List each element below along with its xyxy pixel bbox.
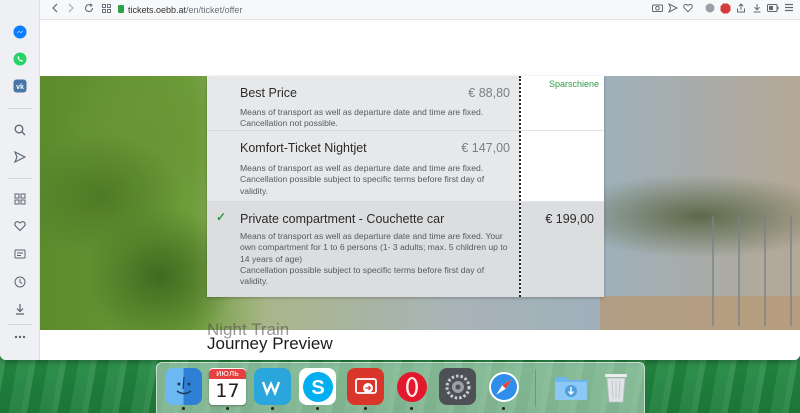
running-indicator	[182, 407, 185, 410]
download-icon[interactable]	[750, 3, 764, 17]
running-indicator	[316, 407, 319, 410]
camera-icon[interactable]	[650, 3, 664, 17]
offer-price: € 147,00	[461, 141, 510, 155]
macos-dock: ИЮЛЬ 17 S	[156, 362, 645, 413]
browser-sidebar: vk	[0, 0, 40, 360]
tabs-grid-icon[interactable]	[99, 3, 113, 17]
offer-description: Means of transport as well as departure …	[240, 231, 508, 264]
calendar-day: 17	[215, 380, 240, 402]
heart-icon[interactable]	[681, 3, 695, 17]
side-cell-sparschiene: Sparschiene	[521, 76, 604, 131]
url-host: tickets.oebb.at	[128, 5, 187, 15]
address-bar[interactable]: tickets.oebb.at/en/ticket/offer	[128, 3, 242, 17]
dock-separator	[535, 369, 536, 407]
adblock-icon[interactable]	[718, 3, 732, 17]
wunderlist-app-icon[interactable]	[254, 368, 291, 405]
send-icon[interactable]	[666, 2, 680, 17]
vk-icon[interactable]: vk	[10, 76, 30, 96]
running-indicator	[364, 407, 367, 410]
finder-app-icon[interactable]	[165, 368, 202, 405]
url-path: /en/ticket/offer	[186, 5, 243, 15]
search-icon[interactable]	[10, 120, 30, 140]
trash-icon[interactable]	[597, 368, 634, 405]
offer-name: Private compartment - Couchette car	[240, 212, 445, 226]
system-preferences-app-icon[interactable]	[439, 368, 476, 405]
downloads-icon[interactable]	[10, 299, 30, 319]
offer-description: Means of transport as well as departure …	[240, 107, 484, 129]
menu-icon[interactable]	[782, 3, 796, 17]
browser-window: vk tickets.oebb.at/en/ticket/offer Best …	[0, 0, 800, 360]
vpn-icon[interactable]	[703, 3, 717, 17]
messenger-icon[interactable]	[10, 22, 30, 42]
page-content: Best Price € 88,80 Means of transport as…	[40, 20, 800, 360]
svg-text:S: S	[311, 377, 324, 399]
side-cell-selected: € 199,00	[521, 202, 604, 297]
offer-description-cancellation: Cancellation possible subject to specifi…	[240, 265, 485, 287]
svg-text:vk: vk	[16, 84, 24, 91]
checkmark-icon: ✓	[216, 210, 227, 224]
downloads-folder-icon[interactable]	[552, 368, 589, 405]
offer-name: Komfort-Ticket Nightjet	[240, 141, 367, 155]
running-indicator	[410, 407, 413, 410]
whatsapp-icon[interactable]	[10, 49, 30, 69]
remote-desktop-app-icon[interactable]	[347, 368, 384, 405]
more-icon[interactable]	[10, 327, 30, 347]
share-icon[interactable]	[734, 3, 748, 17]
ticket-offers-panel: Best Price € 88,80 Means of transport as…	[207, 76, 604, 297]
hero-power-poles	[700, 216, 800, 326]
calendar-app-icon[interactable]: ИЮЛЬ 17	[209, 368, 246, 405]
send-icon[interactable]	[10, 147, 30, 167]
offer-description: Means of transport as well as departure …	[240, 163, 485, 196]
calendar-month: ИЮЛЬ	[209, 369, 246, 379]
reload-icon[interactable]	[82, 3, 96, 17]
lock-icon	[118, 5, 124, 13]
offer-best-price[interactable]: Best Price € 88,80 Means of transport as…	[207, 76, 520, 131]
sidebar-separator	[8, 324, 32, 325]
back-icon[interactable]	[48, 3, 62, 17]
offer-name: Best Price	[240, 86, 297, 100]
journey-preview-heading: Journey Preview	[207, 334, 333, 353]
offer-price: € 88,80	[468, 86, 510, 100]
battery-icon	[766, 3, 780, 17]
offer-private-compartment[interactable]: ✓ Private compartment - Couchette car Me…	[207, 202, 520, 297]
speed-dial-icon[interactable]	[10, 189, 30, 209]
news-icon[interactable]	[10, 244, 30, 264]
running-indicator	[226, 407, 229, 410]
safari-app-icon[interactable]	[485, 368, 522, 405]
running-indicator	[502, 407, 505, 410]
forward-icon[interactable]	[64, 3, 78, 17]
opera-app-icon[interactable]	[393, 368, 430, 405]
selected-price: € 199,00	[545, 212, 594, 226]
offer-komfort-ticket-nightjet[interactable]: Komfort-Ticket Nightjet € 147,00 Means o…	[207, 131, 520, 202]
running-indicator	[271, 407, 274, 410]
sidebar-separator	[8, 108, 32, 109]
skype-app-icon[interactable]: S	[299, 368, 336, 405]
heart-icon[interactable]	[10, 216, 30, 236]
browser-toolbar: tickets.oebb.at/en/ticket/offer	[40, 0, 800, 20]
side-cell-empty	[521, 131, 604, 202]
sparschiene-tag: Sparschiene	[549, 79, 600, 89]
sidebar-separator	[8, 178, 32, 179]
history-icon[interactable]	[10, 272, 30, 292]
